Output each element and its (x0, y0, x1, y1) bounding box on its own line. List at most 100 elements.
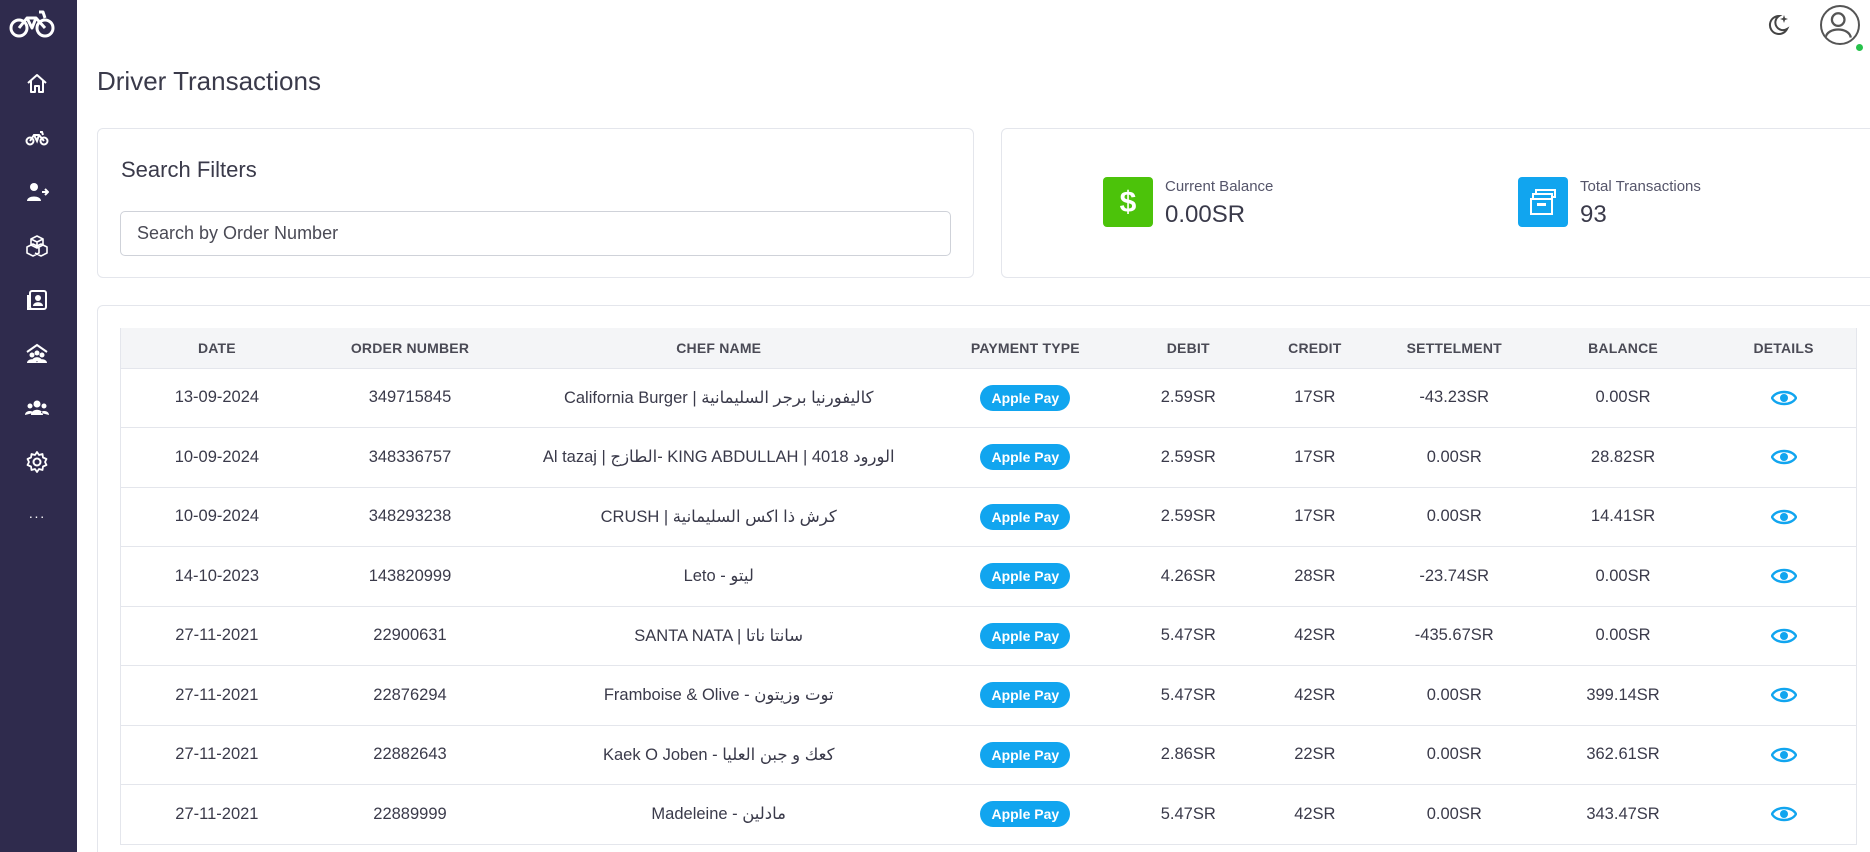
cell-chef-name: Leto - ليتو (683, 567, 754, 586)
table-row: 10-09-2024 348336757 Al tazaj | الطازج- … (120, 428, 1857, 487)
col-header-chef-name[interactable]: Chef Name (507, 328, 930, 368)
user-transfer-icon (27, 183, 49, 201)
cell-date: 10-09-2024 (174, 507, 260, 526)
cell-credit: 42SR (1294, 685, 1336, 704)
cell-balance: 14.41SR (1590, 507, 1656, 526)
cell-debit: 2.86SR (1160, 745, 1216, 764)
sidebar-item-home[interactable] (21, 68, 53, 100)
user-avatar-icon[interactable] (1820, 5, 1860, 45)
current-balance-value: 0.00SR (1165, 201, 1246, 228)
cell-balance: 399.14SR (1586, 685, 1660, 704)
cell-credit: 42SR (1294, 626, 1336, 645)
col-header-balance[interactable]: Balance (1535, 328, 1711, 368)
motorbike-logo[interactable] (9, 6, 55, 40)
total-transactions-value: 93 (1580, 201, 1607, 228)
cell-debit: 2.59SR (1120, 367, 1257, 428)
payment-type-badge: Apple Pay (980, 444, 1071, 471)
payment-type-badge: Apple Pay (980, 682, 1071, 709)
transactions-card: Date Order Number Chef Name Payment Type… (97, 305, 1870, 852)
cell-balance: 0.00SR (1595, 626, 1651, 645)
sidebar-item-users[interactable] (21, 392, 53, 424)
cell-debit: 2.59SR (1160, 507, 1216, 526)
col-header-credit[interactable]: Credit (1256, 328, 1374, 368)
eye-icon[interactable] (1770, 563, 1797, 589)
payment-type-badge: Apple Pay (980, 801, 1071, 828)
cell-settlement: 0.00SR (1426, 447, 1482, 466)
cell-chef-name: Kaek O Joben - كعك و جبن العليا (602, 745, 835, 764)
col-header-date[interactable]: Date (121, 328, 313, 368)
col-header-debit[interactable]: Debit (1120, 328, 1256, 368)
sidebar-item-contacts[interactable] (21, 284, 53, 316)
eye-icon[interactable] (1770, 742, 1797, 768)
sidebar: ··· (0, 0, 77, 852)
cell-date: 13-09-2024 (120, 367, 313, 428)
page-title: Driver Transactions (97, 66, 321, 96)
cell-debit: 5.47SR (1160, 804, 1216, 823)
sidebar-item-groups[interactable] (21, 338, 53, 370)
table-row: 13-09-2024 349715845 California Burger |… (120, 367, 1857, 428)
eye-icon[interactable] (1770, 801, 1797, 827)
eye-icon[interactable] (1770, 623, 1797, 649)
eye-icon[interactable] (1770, 385, 1797, 411)
payment-type-badge: Apple Pay (980, 741, 1071, 768)
users-icon (25, 400, 49, 415)
cell-credit: 17SR (1294, 447, 1336, 466)
order-number-search-input[interactable] (120, 211, 951, 256)
cell-date: 14-10-2023 (174, 566, 260, 585)
cell-balance: 0.00SR (1534, 367, 1712, 428)
col-header-order-number[interactable]: Order Number (313, 328, 507, 368)
cell-settlement: -23.74SR (1419, 566, 1490, 585)
sidebar-item-drivers[interactable] (21, 122, 53, 154)
table-row: 27-11-2021 22889999 Madeleine - مادلين A… (120, 785, 1857, 844)
cell-balance: 28.82SR (1590, 447, 1656, 466)
sidebar-item-user-transfer[interactable] (21, 176, 53, 208)
moon-star-icon[interactable] (1765, 12, 1791, 38)
motorbike-icon (25, 131, 49, 146)
table-header-row: Date Order Number Chef Name Payment Type… (120, 328, 1857, 368)
table-body: 13-09-2024 349715845 California Burger |… (120, 367, 1857, 844)
col-header-payment-type[interactable]: Payment Type (930, 328, 1120, 368)
cell-chef-name: Al tazaj | الطازج- KING ABDULLAH | 4018 … (542, 448, 895, 467)
cell-debit: 4.26SR (1160, 566, 1216, 585)
cell-order-number: 22876294 (373, 685, 447, 704)
cell-order-number: 143820999 (368, 566, 452, 585)
dollar-icon: $ (1103, 177, 1153, 227)
payment-type-badge: Apple Pay (980, 503, 1071, 530)
cell-chef-name: Framboise & Olive - توت وزيتون (603, 686, 834, 705)
boxes-icon (26, 235, 48, 257)
cell-date: 10-09-2024 (174, 447, 260, 466)
cell-credit: 42SR (1294, 804, 1336, 823)
table-row: 10-09-2024 348293238 CRUSH | كرش ذا اكس … (120, 487, 1857, 547)
cell-settlement: -435.67SR (1414, 626, 1494, 645)
stats-card: $ Current Balance 0.00SR Total Transacti… (1001, 128, 1870, 278)
eye-icon[interactable] (1770, 444, 1797, 470)
cell-chef-name: Madeleine - مادلين (651, 805, 787, 824)
payment-type-badge: Apple Pay (980, 563, 1071, 590)
eye-icon[interactable] (1770, 504, 1797, 530)
cell-credit: 17SR (1256, 367, 1374, 428)
archive-icon (1518, 177, 1568, 227)
payment-type-badge: Apple Pay (980, 622, 1071, 649)
cell-settlement: 0.00SR (1426, 507, 1482, 526)
cell-debit: 5.47SR (1160, 626, 1216, 645)
sidebar-item-settings[interactable] (21, 446, 53, 478)
search-filters-card: Search Filters (97, 128, 974, 278)
transactions-table: Date Order Number Chef Name Payment Type… (120, 328, 1857, 845)
cell-order-number: 348293238 (368, 507, 452, 526)
eye-icon[interactable] (1770, 682, 1797, 708)
table-row: 27-11-2021 22882643 Kaek O Joben - كعك و… (120, 725, 1857, 785)
main-content: Driver Transactions Search Filters $ Cur… (77, 0, 1870, 852)
search-filters-title: Search Filters (121, 157, 257, 182)
online-status-dot (1855, 43, 1864, 52)
home-icon (27, 74, 47, 93)
total-transactions-label: Total Transactions (1580, 178, 1701, 195)
cell-order-number: 348336757 (368, 447, 452, 466)
cell-debit: 2.59SR (1160, 447, 1216, 466)
cell-order-number: 349715845 (312, 367, 508, 428)
cell-order-number: 22882643 (373, 745, 447, 764)
sidebar-more-button[interactable]: ··· (21, 500, 53, 532)
cell-order-number: 22900631 (373, 626, 447, 645)
cell-chef-name: CRUSH | كرش ذا اكس السليمانية (600, 507, 837, 526)
sidebar-item-inventory[interactable] (21, 230, 53, 262)
col-header-settlement[interactable]: Settelment (1374, 328, 1535, 368)
